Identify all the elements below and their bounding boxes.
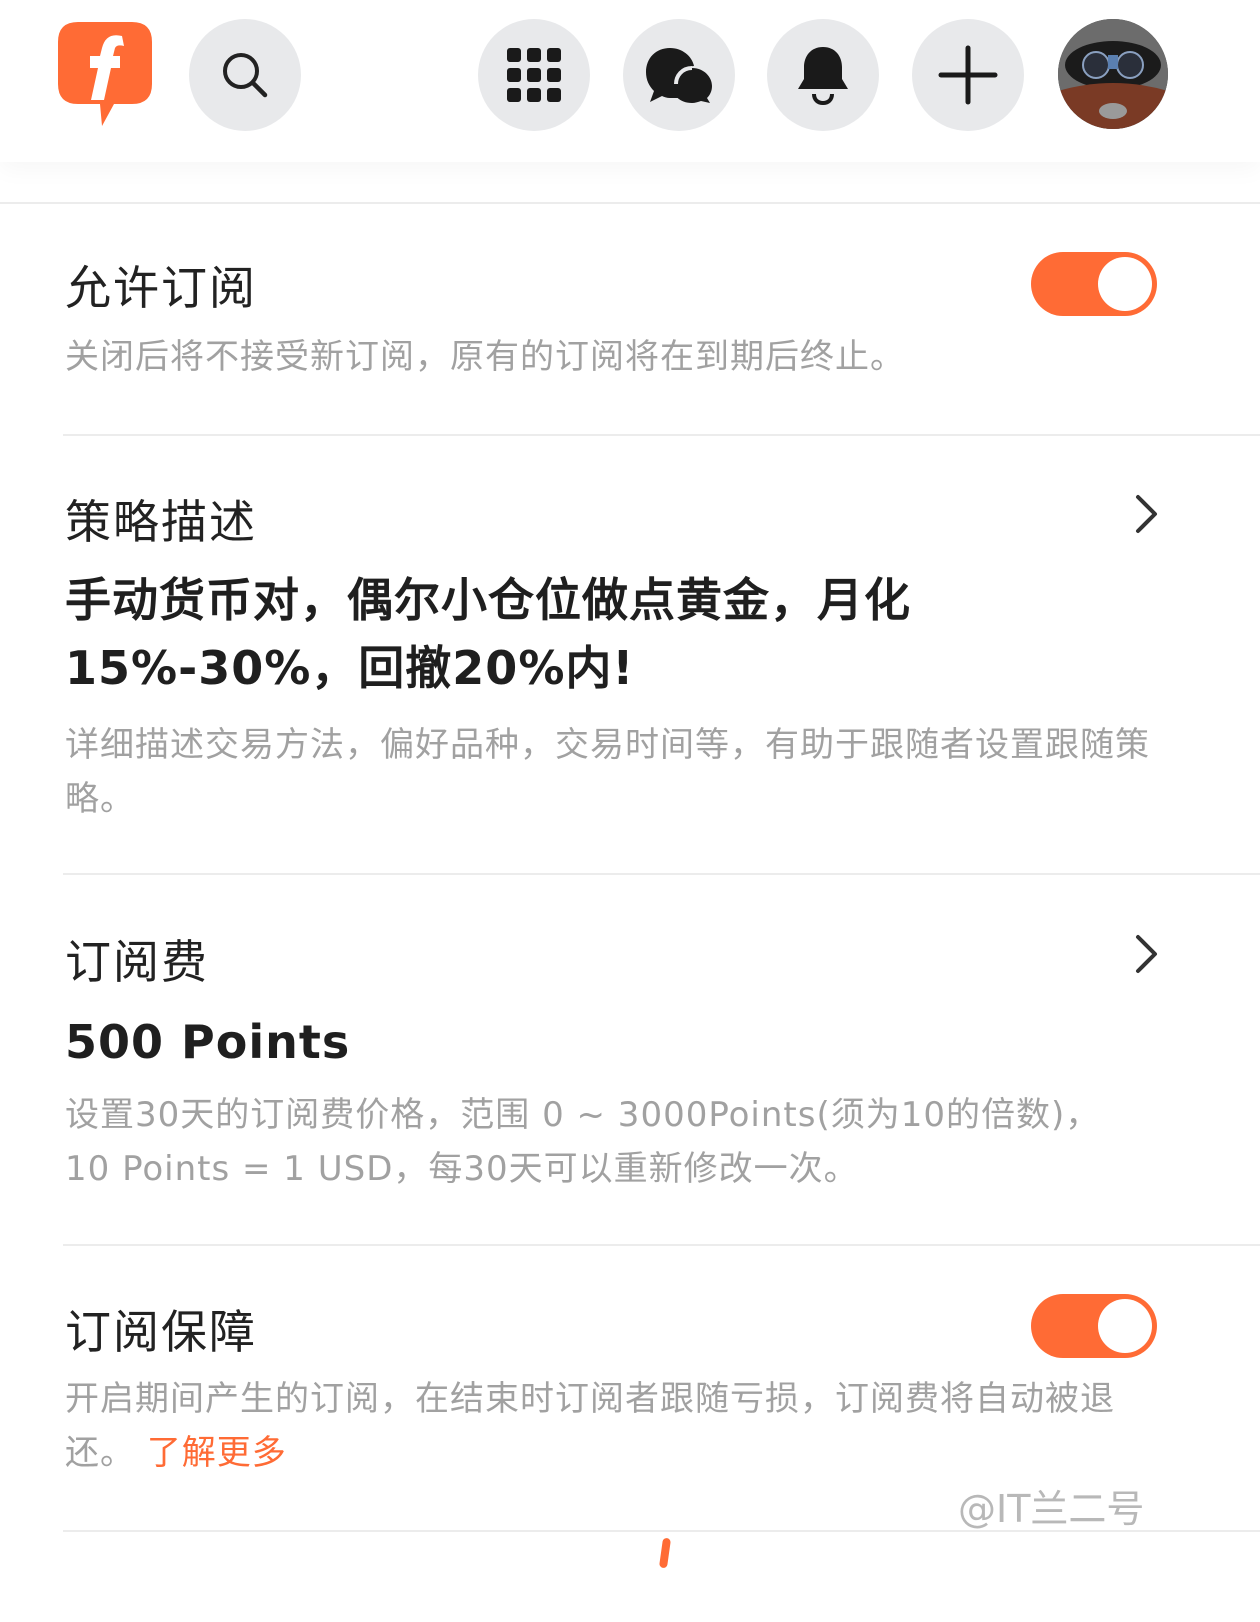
strategy-description-hint: 详细描述交易方法，偏好品种，交易时间等，有助于跟随者设置跟随策略。 (65, 725, 1150, 819)
toggle-knob (1098, 257, 1152, 311)
create-button[interactable] (912, 19, 1024, 131)
subscription-guarantee-title: 订阅保障 (65, 1305, 257, 1359)
strategy-description-title: 策略描述 (65, 495, 257, 549)
section-divider (63, 873, 1260, 875)
header-divider (0, 202, 1260, 204)
notifications-button[interactable] (767, 19, 879, 131)
search-button[interactable] (189, 19, 301, 131)
allow-subscription-title: 允许订阅 (65, 261, 257, 315)
messages-button[interactable] (623, 19, 735, 131)
toggle-knob (1098, 1299, 1152, 1353)
chat-bubbles-icon (646, 48, 712, 103)
search-icon (223, 53, 268, 98)
top-header (0, 0, 1260, 162)
subscription-guarantee-hint: 开启期间产生的订阅，在结束时订阅者跟随亏损，订阅费将自动被退还。 了解更多 (65, 1372, 1175, 1480)
subscription-guarantee-toggle[interactable] (1031, 1294, 1157, 1358)
subscription-fee-value[interactable]: 500 Points (65, 1008, 1145, 1076)
subscription-fee-hint-line1: 设置30天的订阅费价格，范围 0 ~ 3000Points(须为10的倍数)， (65, 1095, 1101, 1135)
allow-subscription-hint: 关闭后将不接受新订阅，原有的订阅将在到期后终止。 (65, 337, 905, 377)
user-avatar[interactable] (1058, 19, 1168, 129)
app-logo-icon[interactable] (58, 22, 152, 126)
learn-more-link[interactable]: 了解更多 (147, 1433, 287, 1473)
section-divider (63, 434, 1260, 436)
subscription-fee-hint-line2: 10 Points = 1 USD，每30天可以重新修改一次。 (65, 1149, 859, 1189)
apps-grid-icon (507, 48, 561, 102)
subscription-fee-title: 订阅费 (65, 935, 209, 989)
scroll-indicator (658, 1537, 672, 1569)
subscription-settings-page: 允许订阅 关闭后将不接受新订阅，原有的订阅将在到期后终止。 策略描述 手动货币对… (0, 0, 1260, 1622)
strategy-description-value[interactable]: 手动货币对，偶尔小仓位做点黄金，月化15%-30%，回撤20%内! (65, 566, 1145, 702)
apps-button[interactable] (478, 19, 590, 131)
section-divider (63, 1244, 1260, 1246)
plus-icon (938, 45, 998, 105)
allow-subscription-toggle[interactable] (1031, 252, 1157, 316)
bell-icon (798, 47, 848, 105)
chevron-right-icon[interactable] (1128, 492, 1164, 536)
chevron-right-icon[interactable] (1128, 932, 1164, 976)
watermark: @IT兰二号 (958, 1487, 1145, 1531)
